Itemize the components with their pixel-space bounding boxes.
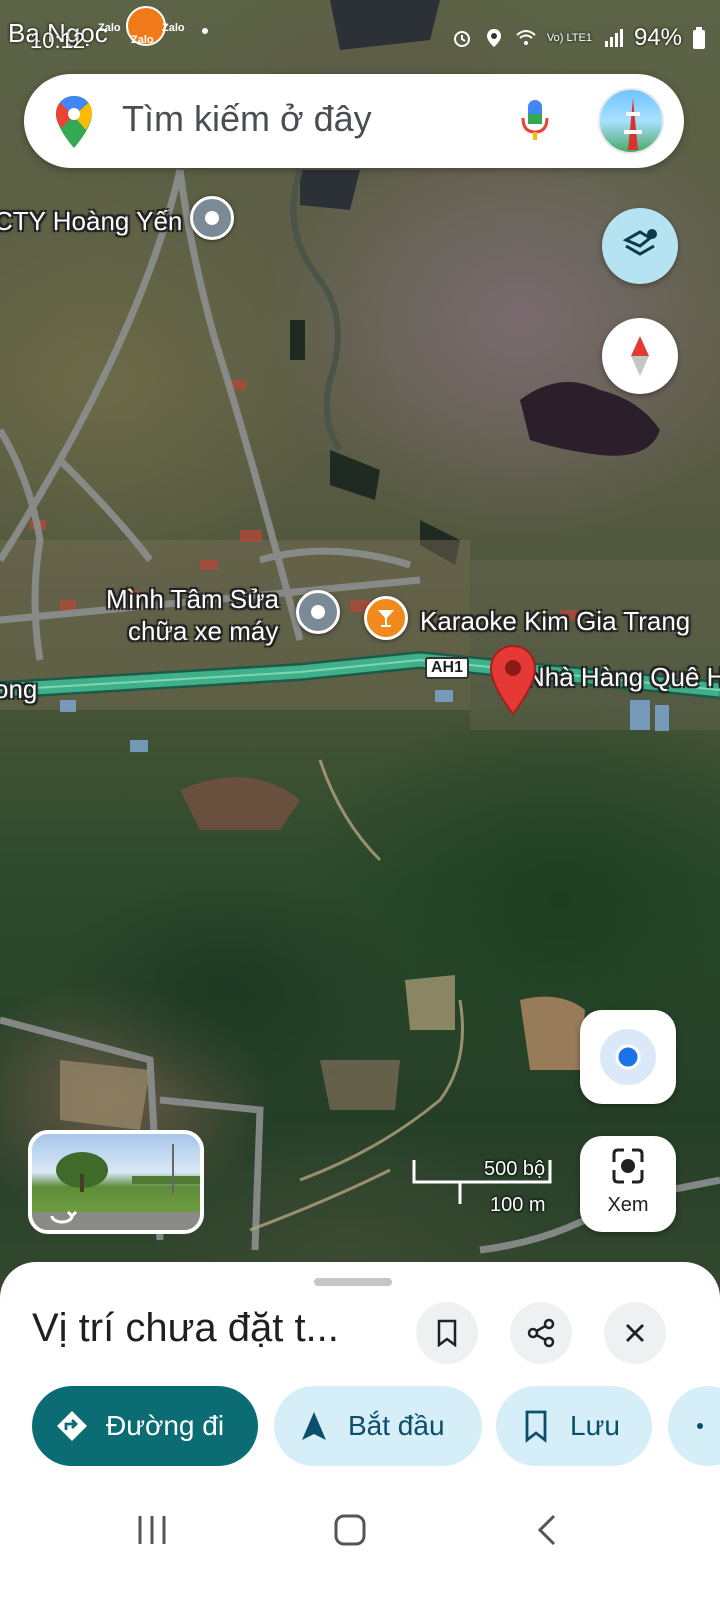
layers-icon [622, 229, 657, 256]
battery-percent: 94% [633, 24, 682, 51]
directions-label: Đường đi [106, 1410, 225, 1441]
status-right-cluster: Vo) LTE1 94% [451, 24, 706, 52]
account-avatar[interactable] [598, 88, 664, 154]
save-label: Lưu [570, 1410, 620, 1441]
road-label-left: ong [0, 674, 38, 704]
zalo-notification-icon: Zalo [98, 22, 121, 34]
street-view-thumbnail[interactable] [28, 1130, 204, 1234]
scale-metric: 100 m [490, 1194, 546, 1216]
xem-label: Xem [607, 1194, 649, 1216]
compass-button[interactable] [602, 318, 678, 394]
directions-button[interactable]: Đường đi [32, 1386, 258, 1466]
dropped-pin-icon[interactable] [488, 644, 538, 716]
wifi-icon [516, 30, 536, 45]
location-status-icon [486, 29, 501, 47]
scale-imperial: 500 bộ [484, 1158, 546, 1180]
battery-icon [693, 27, 705, 49]
share-button[interactable] [510, 1302, 572, 1364]
navigation-arrow-icon [302, 1412, 326, 1440]
maps-logo-icon [56, 96, 92, 148]
street-view-image [32, 1144, 200, 1230]
poi-label-minh-tam-line2[interactable]: chữa xe máy [128, 616, 278, 646]
system-navigation-bar [0, 1480, 720, 1600]
more-notifications-dot-icon [202, 28, 208, 34]
my-location-icon [600, 1029, 656, 1085]
status-bar: Ba Ngọc 10:12 Zalo Zalo Zalo Vo) LTE1 94… [0, 0, 720, 66]
status-time: 10:12 [30, 28, 86, 53]
poi-pin-cty-hoang-yen[interactable] [190, 196, 234, 240]
directions-icon [57, 1411, 87, 1441]
search-input[interactable]: Tìm kiếm ở đây [122, 98, 372, 140]
poi-label-cty-hoang-yen[interactable]: CTY Hoàng Yến [0, 206, 182, 236]
poi-pin-minh-tam[interactable] [296, 590, 340, 634]
save-button[interactable]: Lưu [496, 1386, 652, 1466]
layers-button[interactable] [602, 208, 678, 284]
karaoke-pin-icon[interactable] [364, 596, 408, 640]
back-icon[interactable] [518, 1500, 578, 1560]
bookmark-outline-icon [525, 1410, 547, 1443]
poi-label-minh-tam-line1[interactable]: Mình Tâm Sửa [106, 584, 279, 614]
camera-lens-icon [612, 1148, 644, 1184]
alarm-icon [453, 31, 470, 47]
my-location-button[interactable] [580, 1010, 676, 1104]
poi-label-nha-hang[interactable]: Nhà Hàng Quê H [526, 662, 720, 692]
sheet-drag-handle[interactable] [314, 1278, 392, 1286]
compass-icon [631, 336, 649, 376]
start-navigation-button[interactable]: Bắt đầu [274, 1386, 482, 1466]
mic-icon[interactable] [520, 98, 550, 142]
share-icon [527, 1318, 555, 1348]
start-label: Bắt đầu [348, 1410, 445, 1441]
home-icon[interactable] [320, 1500, 380, 1560]
zalo-notification-icon-3: Zalo [162, 22, 185, 34]
place-title: Vị trí chưa đặt t... [32, 1306, 339, 1350]
bookmark-button[interactable] [416, 1302, 478, 1364]
network-type-label: Vo) LTE1 [546, 31, 592, 44]
close-icon [626, 1324, 644, 1342]
recents-icon[interactable] [122, 1500, 182, 1560]
close-button[interactable] [604, 1302, 666, 1364]
more-actions-chip[interactable] [668, 1386, 720, 1466]
more-icon [697, 1423, 703, 1429]
road-shield-ah1: AH1 [425, 657, 470, 679]
signal-icon [604, 29, 623, 47]
search-bar[interactable]: Tìm kiếm ở đây [24, 74, 684, 168]
poi-label-karaoke[interactable]: Karaoke Kim Gia Trang [420, 606, 690, 636]
bookmark-icon [437, 1319, 457, 1347]
zalo-notification-icon-2: Zalo [131, 34, 154, 46]
lens-view-button[interactable]: Xem [580, 1136, 676, 1232]
